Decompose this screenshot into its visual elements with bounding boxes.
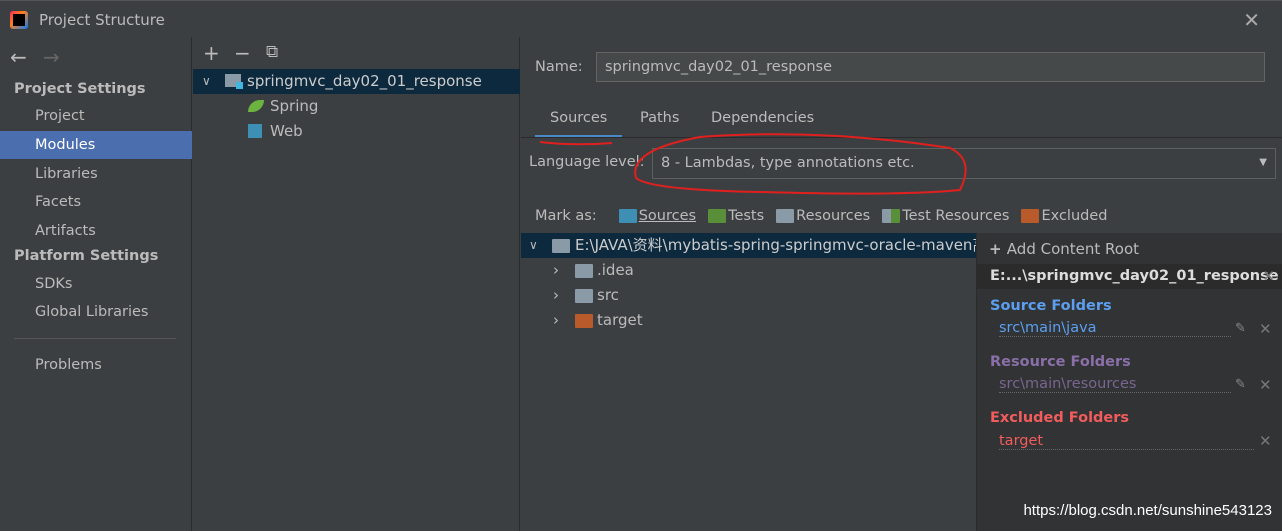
annotation-underline [539,141,613,146]
red-annotation [539,133,967,195]
annotation-ellipse [634,133,967,195]
watermark: https://blog.csdn.net/sunshine543123 [1023,502,1272,519]
